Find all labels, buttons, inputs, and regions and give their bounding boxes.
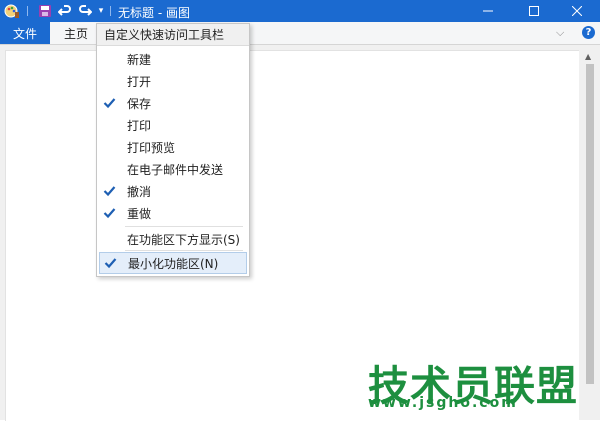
- menu-item-label: 最小化功能区(N): [128, 256, 219, 271]
- checkmark-icon: [103, 208, 116, 219]
- menu-item-undo[interactable]: 撤消: [97, 180, 249, 202]
- window-title: 无标题 - 画图: [118, 6, 190, 20]
- menu-item-minimize-ribbon[interactable]: 最小化功能区(N): [99, 252, 247, 274]
- tab-home[interactable]: 主页: [58, 22, 94, 44]
- menu-item-new[interactable]: 新建: [97, 48, 249, 70]
- qat-separator: [110, 6, 111, 16]
- checkmark-icon: [103, 98, 116, 109]
- menu-item-print-preview[interactable]: 打印预览: [97, 136, 249, 158]
- menu-item-show-below-ribbon[interactable]: 在功能区下方显示(S): [97, 228, 249, 250]
- qat-separator: [27, 6, 28, 16]
- save-icon[interactable]: [37, 3, 53, 19]
- scroll-up-icon[interactable]: ▲: [585, 52, 591, 61]
- menu-item-open[interactable]: 打开: [97, 70, 249, 92]
- menu-separator: [125, 250, 243, 251]
- redo-icon[interactable]: [77, 3, 93, 19]
- menu-item-label: 打开: [127, 74, 152, 89]
- menu-item-label: 重做: [127, 206, 152, 221]
- menu-item-send-email[interactable]: 在电子邮件中发送: [97, 158, 249, 180]
- scrollbar-thumb[interactable]: [586, 64, 594, 384]
- menu-item-label: 打印预览: [127, 140, 176, 155]
- checkmark-icon: [103, 186, 116, 197]
- menu-separator: [125, 226, 243, 227]
- watermark-url: www.jsgho.com: [368, 395, 518, 411]
- customize-qat-menu: 自定义快速访问工具栏 新建 打开 保存 打印 打印预览 在电子邮件中发送 撤消 …: [96, 23, 250, 277]
- tab-file[interactable]: 文件: [0, 22, 50, 44]
- maximize-icon[interactable]: [511, 0, 557, 22]
- menu-item-label: 撤消: [127, 184, 152, 199]
- ribbon-tab-bar: 文件 主页 ⌵ ?: [0, 22, 600, 45]
- title-bar: ▾ 无标题 - 画图: [0, 0, 600, 22]
- menu-item-label: 在电子邮件中发送: [127, 162, 224, 177]
- paint-app-icon[interactable]: [4, 3, 20, 19]
- customize-qat-icon[interactable]: ▾: [96, 3, 106, 19]
- menu-item-label: 在功能区下方显示(S): [127, 232, 240, 247]
- menu-item-print[interactable]: 打印: [97, 114, 249, 136]
- menu-item-save[interactable]: 保存: [97, 92, 249, 114]
- expand-ribbon-icon[interactable]: ⌵: [556, 26, 564, 40]
- vertical-scrollbar[interactable]: ▲: [583, 50, 597, 420]
- close-icon[interactable]: [554, 0, 600, 22]
- undo-icon[interactable]: [57, 3, 73, 19]
- menu-item-redo[interactable]: 重做: [97, 202, 249, 224]
- minimize-icon[interactable]: [465, 0, 511, 22]
- help-icon[interactable]: ?: [582, 26, 595, 39]
- menu-item-label: 打印: [127, 118, 152, 133]
- menu-item-label: 新建: [127, 52, 152, 67]
- menu-header: 自定义快速访问工具栏: [97, 24, 249, 46]
- menu-item-label: 保存: [127, 96, 152, 111]
- checkmark-icon: [104, 258, 117, 269]
